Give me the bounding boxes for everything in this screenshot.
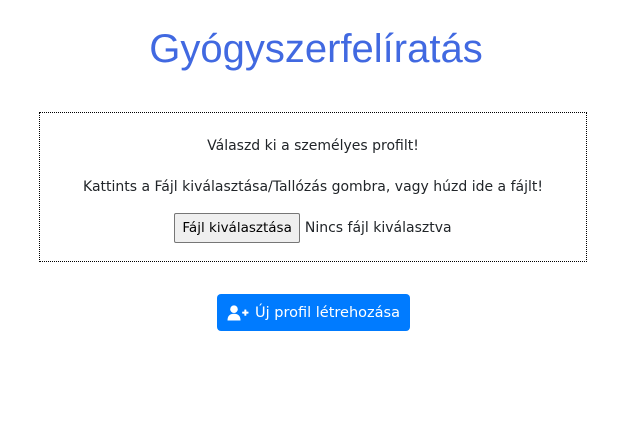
dropzone-hint: Kattints a Fájl kiválasztása/Tallózás go…: [83, 179, 543, 195]
page-title: Gyógyszerfelíratás: [149, 27, 483, 71]
choose-file-button[interactable]: Fájl kiválasztása: [174, 213, 300, 243]
file-dropzone[interactable]: Válaszd ki a személyes profilt! Kattints…: [39, 112, 587, 262]
file-status-text: Nincs fájl kiválasztva: [304, 220, 452, 236]
dropzone-instruction: Válaszd ki a személyes profilt!: [207, 138, 419, 154]
user-plus-icon: [227, 304, 249, 321]
file-input[interactable]: Fájl kiválasztása Nincs fájl kiválasztva: [40, 213, 586, 243]
new-profile-label: Új profil létrehozása: [255, 304, 400, 321]
new-profile-button[interactable]: Új profil létrehozása: [217, 294, 410, 331]
